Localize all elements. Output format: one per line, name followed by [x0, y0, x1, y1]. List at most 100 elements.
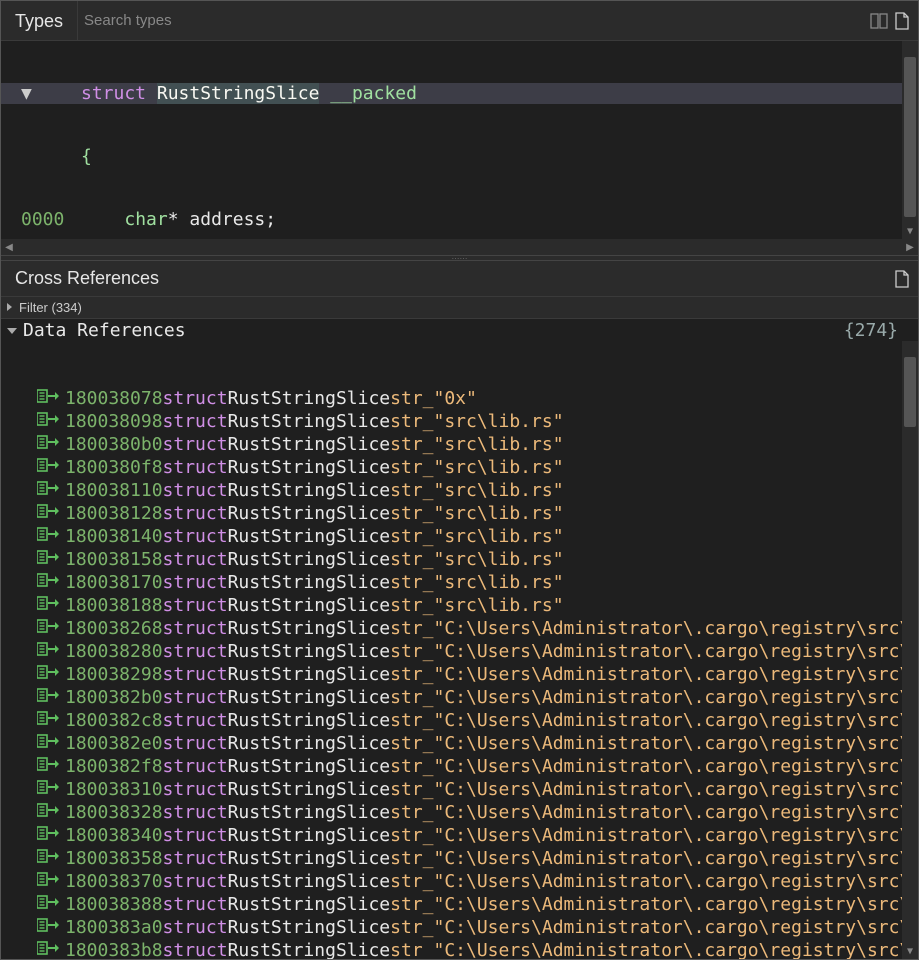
- xref-type-name: RustStringSlice: [228, 502, 391, 525]
- cross-references-header: Cross References: [1, 261, 918, 297]
- vertical-scrollbar[interactable]: ▲ ▼: [902, 41, 918, 239]
- xref-type-name: RustStringSlice: [228, 410, 391, 433]
- xref-type-name: RustStringSlice: [228, 663, 391, 686]
- xref-row[interactable]: 180038280 struct RustStringSlice str_"C:…: [1, 640, 918, 663]
- scroll-thumb[interactable]: [904, 57, 916, 217]
- data-references-count: {274}: [844, 320, 898, 341]
- xref-row[interactable]: 180038328 struct RustStringSlice str_"C:…: [1, 801, 918, 824]
- xref-struct-keyword: struct: [163, 433, 228, 456]
- xref-row[interactable]: 1800383a0 struct RustStringSlice str_"C:…: [1, 916, 918, 939]
- xref-row[interactable]: 180038358 struct RustStringSlice str_"C:…: [1, 847, 918, 870]
- xref-struct-keyword: struct: [163, 893, 228, 916]
- xref-string-value: str_"C:\Users\Administrator\.cargo\regis…: [390, 686, 910, 709]
- data-reference-icon: [37, 732, 59, 755]
- data-reference-icon: [37, 801, 59, 824]
- xref-row[interactable]: 180038140 struct RustStringSlice str_"sr…: [1, 525, 918, 548]
- xref-struct-keyword: struct: [163, 824, 228, 847]
- xref-type-name: RustStringSlice: [228, 387, 391, 410]
- data-reference-icon: [37, 387, 59, 410]
- xref-row[interactable]: 180038098 struct RustStringSlice str_"sr…: [1, 410, 918, 433]
- xref-type-name: RustStringSlice: [228, 548, 391, 571]
- xref-struct-keyword: struct: [163, 387, 228, 410]
- scroll-left-icon[interactable]: ◀: [1, 239, 17, 255]
- xref-type-name: RustStringSlice: [228, 824, 391, 847]
- xref-row[interactable]: 180038188 struct RustStringSlice str_"sr…: [1, 594, 918, 617]
- xref-row[interactable]: 1800380f8 struct RustStringSlice str_"sr…: [1, 456, 918, 479]
- xref-row[interactable]: 180038158 struct RustStringSlice str_"sr…: [1, 548, 918, 571]
- types-header: Types: [1, 1, 918, 41]
- search-input[interactable]: [78, 1, 862, 40]
- xref-string-value: str_"C:\Users\Administrator\.cargo\regis…: [390, 893, 910, 916]
- chevron-down-icon: [7, 328, 17, 334]
- xref-string-value: str_"C:\Users\Administrator\.cargo\regis…: [390, 755, 910, 778]
- xref-struct-keyword: struct: [163, 502, 228, 525]
- xref-address: 1800380b0: [65, 433, 163, 456]
- xref-type-name: RustStringSlice: [228, 732, 391, 755]
- xref-struct-keyword: struct: [163, 732, 228, 755]
- xref-type-name: RustStringSlice: [228, 709, 391, 732]
- xref-type-name: RustStringSlice: [228, 847, 391, 870]
- scroll-thumb[interactable]: [904, 357, 916, 427]
- xref-string-value: str_"src\lib.rs": [390, 502, 563, 525]
- data-reference-icon: [37, 594, 59, 617]
- split-icon[interactable]: [870, 12, 888, 30]
- xref-row[interactable]: 180038388 struct RustStringSlice str_"C:…: [1, 893, 918, 916]
- xref-row[interactable]: 180038340 struct RustStringSlice str_"C:…: [1, 824, 918, 847]
- data-references-header[interactable]: Data References {274}: [1, 319, 918, 341]
- xref-address: 180038188: [65, 594, 163, 617]
- types-code-view[interactable]: ▼ struct RustStringSlice __packed { 0000…: [1, 41, 918, 239]
- xref-row[interactable]: 180038170 struct RustStringSlice str_"sr…: [1, 571, 918, 594]
- xref-string-value: str_"src\lib.rs": [390, 525, 563, 548]
- new-document-icon[interactable]: [894, 12, 910, 30]
- filter-row[interactable]: Filter (334): [1, 297, 918, 319]
- xref-row[interactable]: 1800382c8 struct RustStringSlice str_"C:…: [1, 709, 918, 732]
- xref-address: 1800383b8: [65, 939, 163, 959]
- xref-address: 180038098: [65, 410, 163, 433]
- data-reference-icon: [37, 870, 59, 893]
- scroll-right-icon[interactable]: ▶: [902, 239, 918, 255]
- data-reference-icon: [37, 456, 59, 479]
- xref-row[interactable]: 1800380b0 struct RustStringSlice str_"sr…: [1, 433, 918, 456]
- horizontal-scrollbar[interactable]: ◀ ▶: [1, 239, 918, 255]
- scroll-down-icon[interactable]: ▼: [902, 223, 918, 239]
- xref-row[interactable]: 1800382b0 struct RustStringSlice str_"C:…: [1, 686, 918, 709]
- xref-address: 1800382b0: [65, 686, 163, 709]
- xref-type-name: RustStringSlice: [228, 916, 391, 939]
- scroll-down-icon[interactable]: ▼: [902, 943, 918, 959]
- xref-row[interactable]: 180038128 struct RustStringSlice str_"sr…: [1, 502, 918, 525]
- new-document-icon[interactable]: [894, 270, 910, 288]
- xref-string-value: str_"C:\Users\Administrator\.cargo\regis…: [390, 709, 910, 732]
- xref-string-value: str_"C:\Users\Administrator\.cargo\regis…: [390, 617, 910, 640]
- xref-type-name: RustStringSlice: [228, 433, 391, 456]
- xref-row[interactable]: 180038298 struct RustStringSlice str_"C:…: [1, 663, 918, 686]
- data-reference-icon: [37, 548, 59, 571]
- data-reference-icon: [37, 893, 59, 916]
- xref-row[interactable]: 1800383b8 struct RustStringSlice str_"C:…: [1, 939, 918, 959]
- xref-row[interactable]: 180038110 struct RustStringSlice str_"sr…: [1, 479, 918, 502]
- xref-row[interactable]: 180038268 struct RustStringSlice str_"C:…: [1, 617, 918, 640]
- vertical-scrollbar[interactable]: ▲ ▼: [902, 341, 918, 959]
- cross-references-list[interactable]: 180038078 struct RustStringSlice str_"0x…: [1, 341, 918, 959]
- data-reference-icon: [37, 824, 59, 847]
- xref-type-name: RustStringSlice: [228, 801, 391, 824]
- xref-type-name: RustStringSlice: [228, 893, 391, 916]
- xref-type-name: RustStringSlice: [228, 456, 391, 479]
- xref-address: 1800382f8: [65, 755, 163, 778]
- data-reference-icon: [37, 686, 59, 709]
- data-reference-icon: [37, 916, 59, 939]
- xref-struct-keyword: struct: [163, 640, 228, 663]
- xref-row[interactable]: 180038370 struct RustStringSlice str_"C:…: [1, 870, 918, 893]
- xref-row[interactable]: 1800382e0 struct RustStringSlice str_"C:…: [1, 732, 918, 755]
- xref-struct-keyword: struct: [163, 594, 228, 617]
- data-reference-icon: [37, 640, 59, 663]
- xref-row[interactable]: 1800382f8 struct RustStringSlice str_"C:…: [1, 755, 918, 778]
- xref-string-value: str_"C:\Users\Administrator\.cargo\regis…: [390, 916, 910, 939]
- disclosure-triangle[interactable]: ▼: [1, 83, 81, 104]
- xref-string-value: str_"src\lib.rs": [390, 594, 563, 617]
- xref-type-name: RustStringSlice: [228, 778, 391, 801]
- xref-row[interactable]: 180038078 struct RustStringSlice str_"0x…: [1, 387, 918, 410]
- xref-type-name: RustStringSlice: [228, 594, 391, 617]
- xref-address: 180038370: [65, 870, 163, 893]
- xref-struct-keyword: struct: [163, 939, 228, 959]
- xref-row[interactable]: 180038310 struct RustStringSlice str_"C:…: [1, 778, 918, 801]
